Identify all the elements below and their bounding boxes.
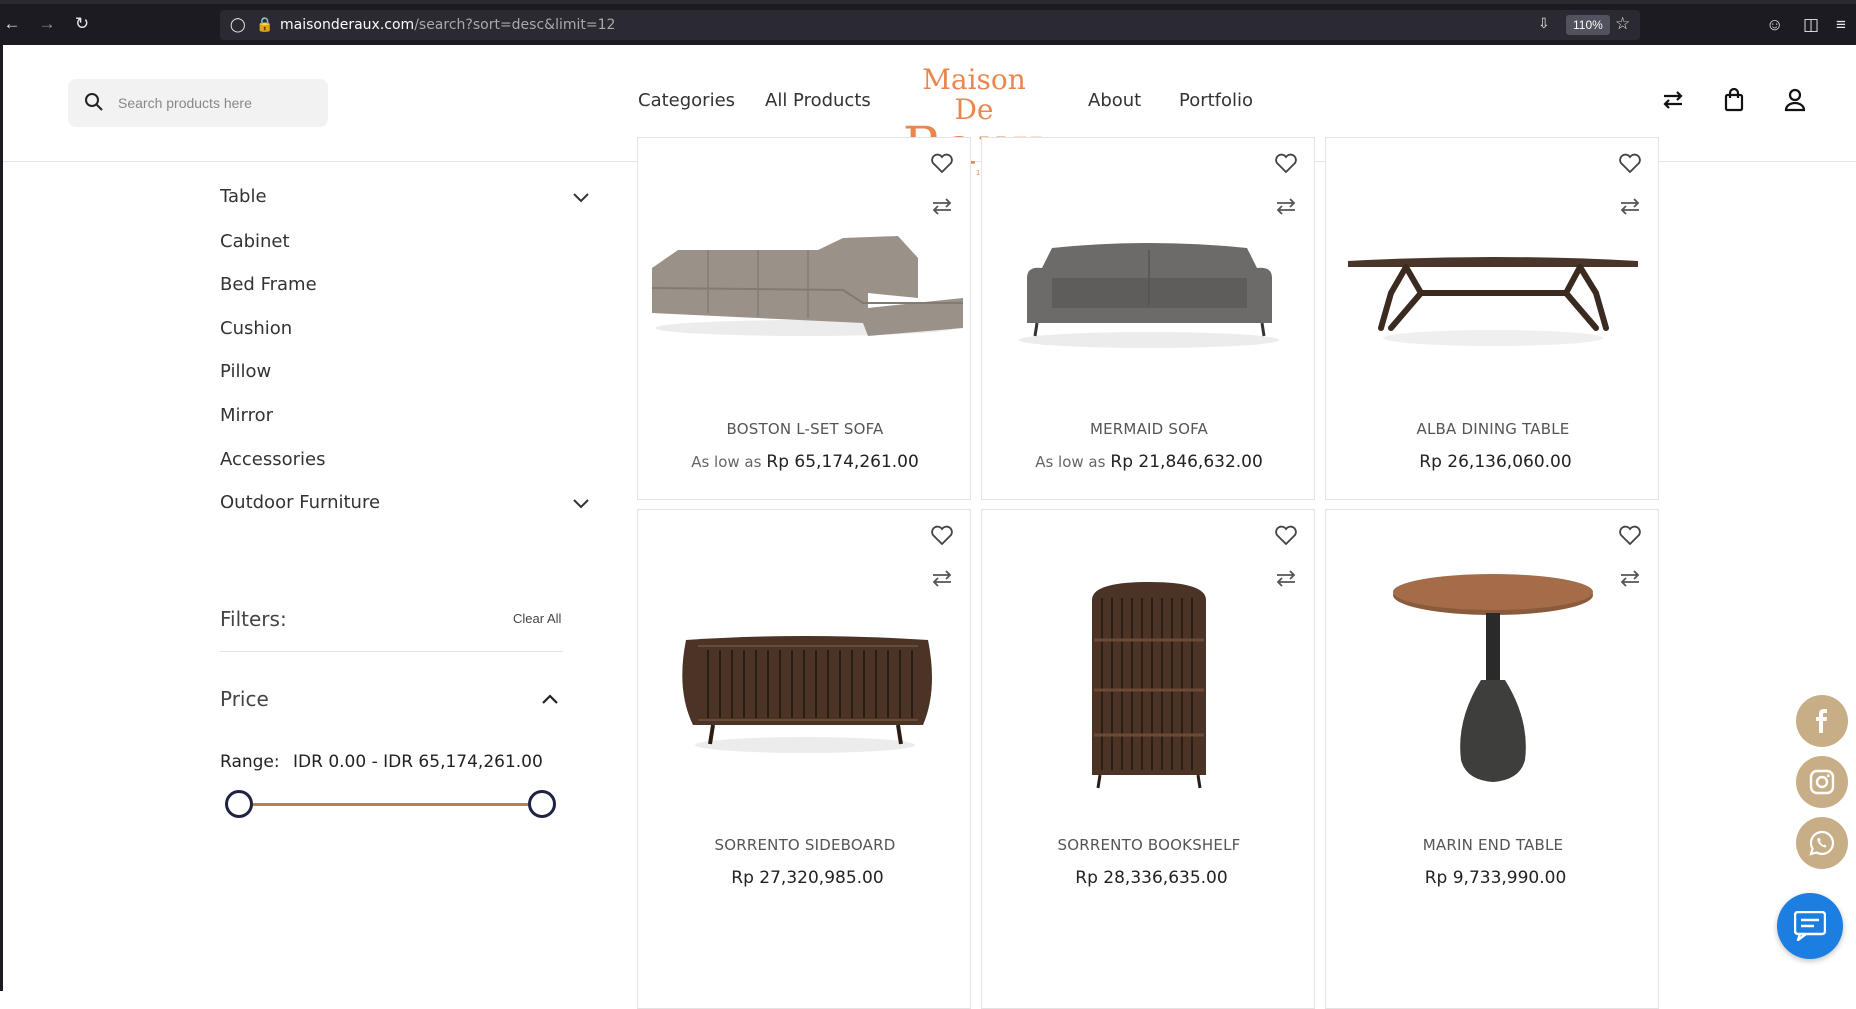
extensions-icon[interactable]: ◫	[1803, 15, 1819, 35]
reload-icon[interactable]: ↻	[72, 14, 92, 34]
heart-icon[interactable]	[930, 524, 954, 546]
product-name[interactable]: BOSTON L-SET SOFA	[638, 420, 972, 438]
chat-button[interactable]	[1777, 893, 1843, 959]
facebook-icon	[1816, 709, 1827, 733]
product-card[interactable]: BOSTON L-SET SOFA As low as Rp 65,174,261…	[637, 137, 971, 500]
category-accessories[interactable]: Accessories	[220, 449, 326, 470]
compare-icon[interactable]	[1660, 87, 1686, 113]
product-price: Rp 26,136,060.00	[1419, 452, 1572, 472]
category-bed-frame[interactable]: Bed Frame	[220, 274, 317, 295]
category-pillow[interactable]: Pillow	[220, 361, 271, 382]
category-outdoor-furniture[interactable]: Outdoor Furniture	[220, 492, 380, 513]
price-slider-max-handle[interactable]	[528, 790, 556, 818]
heart-icon[interactable]	[1274, 524, 1298, 546]
product-image[interactable]	[1326, 243, 1660, 353]
clear-all-link[interactable]: Clear All	[513, 611, 561, 626]
product-price: Rp 28,336,635.00	[1075, 868, 1228, 888]
product-card[interactable]: SORRENTO SIDEBOARD Rp 27,320,985.00	[637, 509, 971, 1009]
instagram-button[interactable]	[1796, 756, 1848, 808]
forward-icon[interactable]: →	[37, 14, 57, 34]
site-logo[interactable]: Maison De Raux Estd.1988	[901, 65, 1047, 178]
heart-icon[interactable]	[930, 152, 954, 174]
compare-icon[interactable]	[930, 196, 954, 216]
address-bar[interactable]: ◯ 🔒 maisonderaux.com/search?sort=desc&li…	[220, 10, 1640, 40]
range-value: IDR 0.00 - IDR 65,174,261.00	[293, 752, 543, 772]
whatsapp-button[interactable]	[1796, 817, 1848, 869]
page: Categories All Products About Portfolio …	[0, 45, 1856, 1009]
nav-portfolio[interactable]: Portfolio	[1179, 90, 1253, 111]
browser-toolbar: ← → ↻ ◯ 🔒 maisonderaux.com/search?sort=d…	[0, 0, 1856, 45]
product-price: As low as Rp 65,174,261.00	[691, 452, 919, 472]
product-image[interactable]	[982, 570, 1316, 790]
product-card[interactable]: ALBA DINING TABLE Rp 26,136,060.00	[1325, 137, 1659, 500]
cart-bag-icon[interactable]	[1721, 87, 1747, 113]
filter-sidebar: Table Cabinet Bed Frame Cushion Pillow M…	[3, 162, 623, 991]
shield-icon[interactable]: ◯	[230, 16, 246, 33]
filters-divider	[220, 651, 563, 652]
filters-title: Filters:	[220, 607, 287, 631]
product-card[interactable]: SORRENTO BOOKSHELF Rp 28,336,635.00	[981, 509, 1315, 1009]
category-table[interactable]: Table	[220, 186, 267, 207]
heart-icon[interactable]	[1618, 524, 1642, 546]
account-icon[interactable]: ☺	[1766, 15, 1783, 35]
product-image[interactable]	[1326, 570, 1660, 790]
chat-icon	[1794, 911, 1826, 941]
chevron-up-icon[interactable]	[541, 693, 559, 705]
nav-about[interactable]: About	[1088, 90, 1141, 111]
product-name[interactable]: SORRENTO SIDEBOARD	[638, 836, 972, 854]
zoom-badge[interactable]: 110%	[1566, 15, 1610, 35]
product-name[interactable]: ALBA DINING TABLE	[1326, 420, 1660, 438]
user-account-icon[interactable]	[1782, 87, 1808, 113]
price-slider-min-handle[interactable]	[225, 790, 253, 818]
compare-icon[interactable]	[930, 568, 954, 588]
heart-icon[interactable]	[1618, 152, 1642, 174]
whatsapp-icon	[1809, 830, 1835, 856]
product-image[interactable]	[638, 228, 972, 358]
product-name[interactable]: MARIN END TABLE	[1326, 836, 1660, 854]
search-box[interactable]	[68, 79, 328, 127]
price-filter-title[interactable]: Price	[220, 687, 269, 711]
category-cabinet[interactable]: Cabinet	[220, 231, 290, 252]
bookmark-star-icon[interactable]: ☆	[1615, 14, 1630, 34]
product-card[interactable]: MARIN END TABLE Rp 9,733,990.00	[1325, 509, 1659, 1009]
facebook-button[interactable]	[1796, 695, 1848, 747]
search-icon	[85, 93, 103, 111]
nav-categories[interactable]: Categories	[638, 90, 735, 111]
product-image[interactable]	[638, 620, 972, 760]
product-card[interactable]: MERMAID SOFA As low as Rp 21,846,632.00	[981, 137, 1315, 500]
lock-icon[interactable]: 🔒	[256, 16, 273, 33]
category-mirror[interactable]: Mirror	[220, 405, 273, 426]
chevron-down-icon[interactable]	[572, 498, 590, 510]
product-price: As low as Rp 21,846,632.00	[1035, 452, 1263, 472]
back-icon[interactable]: ←	[2, 14, 22, 34]
download-icon[interactable]: ⇩	[1538, 15, 1550, 32]
range-label: Range:	[220, 752, 280, 772]
product-price: Rp 27,320,985.00	[731, 868, 884, 888]
product-name[interactable]: MERMAID SOFA	[982, 420, 1316, 438]
compare-icon[interactable]	[1618, 196, 1642, 216]
product-name[interactable]: SORRENTO BOOKSHELF	[982, 836, 1316, 854]
chevron-down-icon[interactable]	[572, 192, 590, 204]
heart-icon[interactable]	[1274, 152, 1298, 174]
price-slider-track[interactable]	[239, 803, 542, 806]
compare-icon[interactable]	[1274, 196, 1298, 216]
url-text[interactable]: maisonderaux.com/search?sort=desc&limit=…	[280, 17, 615, 33]
menu-icon[interactable]: ≡	[1836, 15, 1846, 35]
nav-all-products[interactable]: All Products	[765, 90, 871, 111]
search-input[interactable]	[118, 91, 318, 115]
category-cushion[interactable]: Cushion	[220, 318, 292, 339]
product-price: Rp 9,733,990.00	[1424, 868, 1567, 888]
product-image[interactable]	[982, 238, 1316, 358]
instagram-icon	[1809, 769, 1835, 795]
